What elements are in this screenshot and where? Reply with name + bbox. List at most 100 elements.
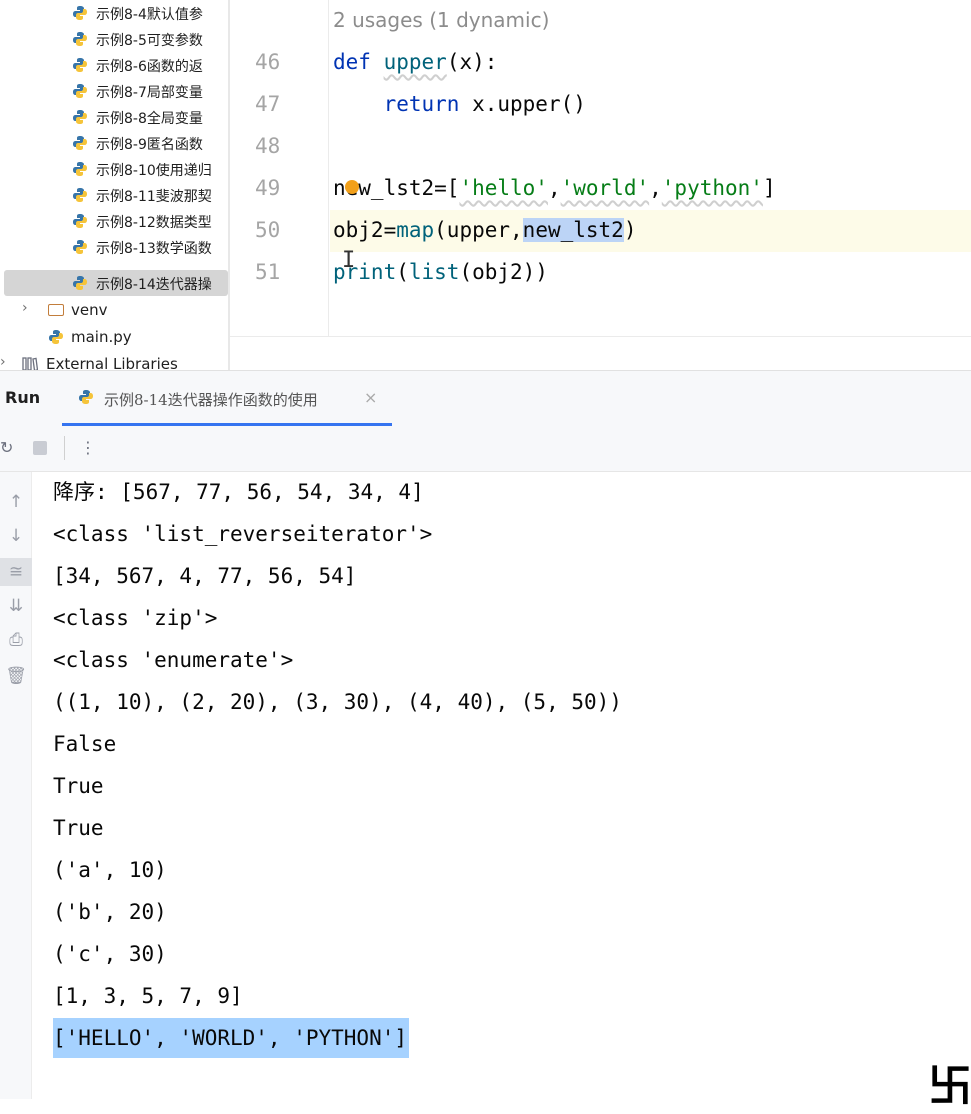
python-file-icon xyxy=(73,6,87,20)
stop-icon[interactable] xyxy=(33,441,47,455)
python-file-icon xyxy=(73,214,87,228)
chevron-right-icon[interactable]: › xyxy=(22,300,28,316)
console-line: 降序: [567, 77, 56, 54, 34, 4] xyxy=(53,480,424,504)
line-number: 47 xyxy=(255,92,281,116)
run-tab[interactable]: 示例8-14迭代器操作函数的使用 × xyxy=(62,371,392,426)
line-number: 50 xyxy=(255,218,281,242)
tree-item-label: 示例8-10使用递归 xyxy=(96,163,212,179)
tree-item-label: 示例8-4默认值参 xyxy=(96,7,203,23)
python-file-icon xyxy=(73,136,87,150)
line-number: 48 xyxy=(255,134,281,158)
code-text: obj2=map(upper,new_lst2) xyxy=(333,218,637,242)
python-file-icon xyxy=(73,276,87,290)
tree-item-label: 示例8-8全局变量 xyxy=(96,111,203,127)
python-file-icon xyxy=(79,390,93,404)
tree-item-label: 示例8-7局部变量 xyxy=(96,85,203,101)
tree-item-venv[interactable]: › venv xyxy=(0,297,228,323)
console-line: <class 'list_reverseiterator'> xyxy=(53,522,433,546)
line-number: 46 xyxy=(255,50,281,74)
editor-bottom-border xyxy=(230,336,971,337)
project-tree: 示例8-4默认值参 示例8-5可变参数 示例8-6函数的返 示例8-7局部变量 … xyxy=(0,0,228,370)
corner-logo-icon: 卐 xyxy=(928,1061,971,1112)
scroll-to-end-icon[interactable]: ⇊ xyxy=(0,596,32,616)
usages-hint[interactable]: 2 usages (1 dynamic) xyxy=(333,8,549,32)
run-panel-header: Run 示例8-14迭代器操作函数的使用 × xyxy=(0,370,971,426)
code-editor[interactable]: 2 usages (1 dynamic) 46 def upper(x): 47… xyxy=(230,0,971,370)
tree-item-external-libraries[interactable]: › External Libraries xyxy=(0,351,228,370)
python-file-icon xyxy=(73,162,87,176)
tree-item-label: 示例8-12数据类型 xyxy=(96,215,212,231)
code-line[interactable]: 46 def upper(x): xyxy=(230,42,971,84)
code-text: new_lst2=['hello','world','python'] xyxy=(333,176,776,200)
code-line-current[interactable]: 50 obj2=map(upper,new_lst2) xyxy=(230,210,971,252)
tree-item-label: 示例8-14迭代器操 xyxy=(96,277,212,293)
intention-bulb-icon[interactable] xyxy=(345,180,359,194)
soft-wrap-icon[interactable]: ≅ xyxy=(0,558,32,586)
text-cursor-icon: I xyxy=(342,248,356,273)
tree-item-label: 示例8-5可变参数 xyxy=(96,33,203,49)
console-line: [34, 567, 4, 77, 56, 54] xyxy=(53,564,357,588)
more-icon[interactable]: ⋮ xyxy=(80,438,96,457)
tree-item-label: External Libraries xyxy=(46,355,178,370)
python-file-icon xyxy=(73,110,87,124)
tree-item-label: main.py xyxy=(71,328,132,346)
print-icon[interactable]: ⎙ xyxy=(0,630,32,650)
tree-item-label: 示例8-9匿名函数 xyxy=(96,137,203,153)
tree-item-main[interactable]: main.py xyxy=(0,324,228,350)
tree-item[interactable]: 示例8-7局部变量 xyxy=(0,78,228,104)
console-line: False xyxy=(53,732,117,756)
code-line[interactable]: 48 xyxy=(230,126,971,168)
run-panel-title[interactable]: Run xyxy=(5,388,40,407)
python-file-icon xyxy=(73,240,87,254)
arrow-up-icon[interactable]: ↑ xyxy=(0,492,32,512)
console-line: <class 'enumerate'> xyxy=(53,648,294,672)
tree-item-selected[interactable]: 示例8-14迭代器操 xyxy=(4,270,228,296)
console-line: [1, 3, 5, 7, 9] xyxy=(53,984,243,1008)
code-line[interactable]: 49 new_lst2=['hello','world','python'] xyxy=(230,168,971,210)
tree-item[interactable]: 示例8-6函数的返 xyxy=(0,52,228,78)
tree-item-label: 示例8-13数学函数 xyxy=(96,241,212,257)
console-line: <class 'zip'> xyxy=(53,606,218,630)
code-line[interactable]: 47 return x.upper() xyxy=(230,84,971,126)
rerun-icon[interactable]: ↻ xyxy=(0,438,13,457)
tree-item[interactable]: 示例8-12数据类型 xyxy=(0,208,228,234)
tree-item[interactable]: 示例8-13数学函数 xyxy=(0,234,228,260)
code-lens-row: 2 usages (1 dynamic) xyxy=(230,0,971,42)
tree-item[interactable]: 示例8-11斐波那契 xyxy=(0,182,228,208)
python-file-icon xyxy=(49,330,63,344)
tree-item[interactable]: 示例8-4默认值参 xyxy=(0,0,228,26)
code-text: return x.upper() xyxy=(383,92,586,116)
line-number: 49 xyxy=(255,176,281,200)
console-side-toolbar: ↑ ↓ ≅ ⇊ ⎙ 🗑 xyxy=(0,472,32,1099)
console-line-highlighted: ['HELLO', 'WORLD', 'PYTHON'] xyxy=(53,1018,410,1058)
code-text: def upper(x): xyxy=(333,50,498,74)
console-output[interactable]: 降序: [567, 77, 56, 54, 34, 4] <class 'lis… xyxy=(32,472,971,1099)
line-number: 51 xyxy=(255,260,281,284)
tree-item-label: 示例8-11斐波那契 xyxy=(96,189,212,205)
tree-item[interactable]: 示例8-8全局变量 xyxy=(0,104,228,130)
run-tab-label: 示例8-14迭代器操作函数的使用 xyxy=(104,391,318,409)
console-line: ('c', 30) xyxy=(53,942,167,966)
console-line: True xyxy=(53,774,104,798)
console-line: ((1, 10), (2, 20), (3, 30), (4, 40), (5,… xyxy=(53,690,622,714)
python-file-icon xyxy=(73,84,87,98)
python-file-icon xyxy=(73,58,87,72)
trash-icon[interactable]: 🗑 xyxy=(0,666,32,686)
python-file-icon xyxy=(73,32,87,46)
arrow-down-icon[interactable]: ↓ xyxy=(0,526,32,546)
tree-item[interactable]: 示例8-9匿名函数 xyxy=(0,130,228,156)
tree-item[interactable]: 示例8-10使用递归 xyxy=(0,156,228,182)
python-file-icon xyxy=(73,188,87,202)
top-area: 示例8-4默认值参 示例8-5可变参数 示例8-6函数的返 示例8-7局部变量 … xyxy=(0,0,971,370)
console-line: ('b', 20) xyxy=(53,900,167,924)
chevron-right-icon[interactable]: › xyxy=(0,354,6,370)
close-icon[interactable]: × xyxy=(364,388,377,407)
toolbar-separator xyxy=(64,436,65,460)
folder-icon xyxy=(48,304,64,316)
tree-item-label: venv xyxy=(71,301,108,319)
code-text: print(list(obj2)) xyxy=(333,260,548,284)
library-icon xyxy=(22,357,38,370)
tree-item-label: 示例8-6函数的返 xyxy=(96,59,203,75)
tree-item[interactable]: 示例8-5可变参数 xyxy=(0,26,228,52)
console-line: ('a', 10) xyxy=(53,858,167,882)
